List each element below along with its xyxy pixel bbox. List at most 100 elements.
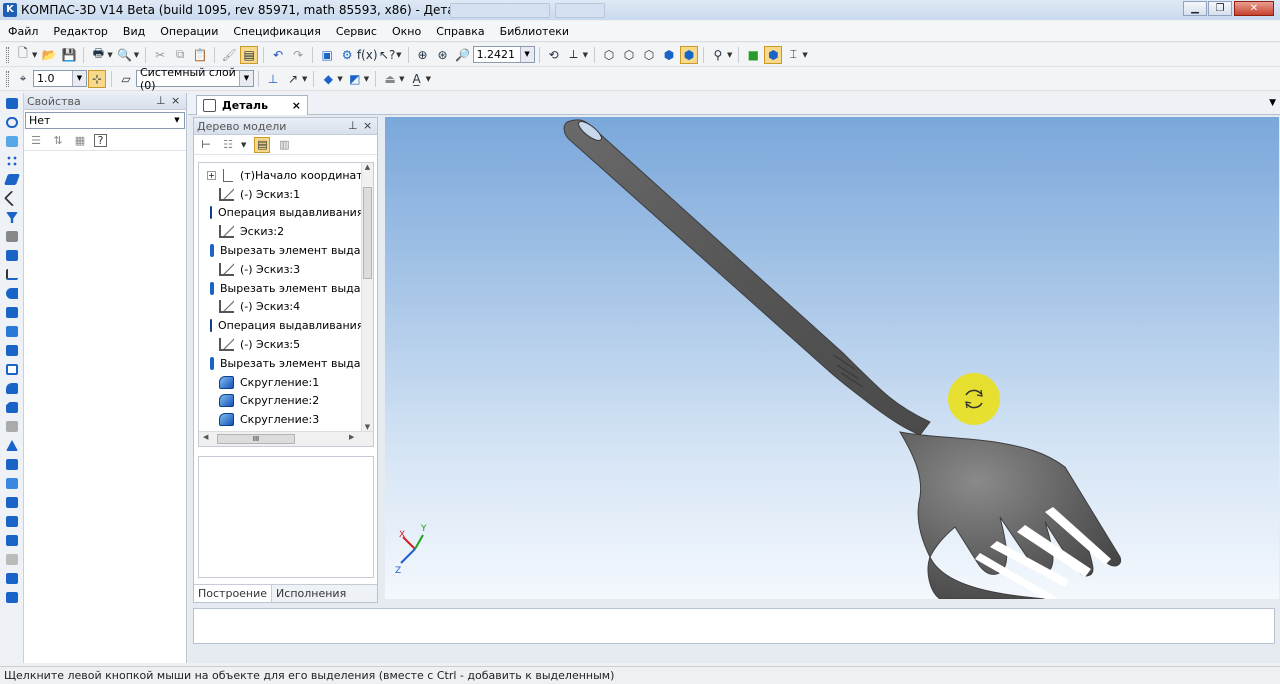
- property-pages-icon[interactable]: ▦: [72, 133, 88, 149]
- sort-alpha-icon[interactable]: ⇅: [50, 133, 66, 149]
- tree-item[interactable]: Скругление:3: [199, 410, 363, 429]
- tool-macro[interactable]: [3, 589, 21, 606]
- tool-split[interactable]: [3, 513, 21, 530]
- scroll-up-icon[interactable]: ▲: [362, 163, 373, 171]
- menu-operations[interactable]: Операции: [152, 21, 225, 42]
- layer-combo[interactable]: Системный слой (0) ▼: [136, 66, 254, 92]
- toolbar-grip[interactable]: [6, 46, 9, 63]
- layer-button[interactable]: ▱: [117, 70, 135, 88]
- minimize-button[interactable]: ▁: [1183, 1, 1207, 16]
- menu-libraries[interactable]: Библиотеки: [492, 21, 576, 42]
- tree-list-icon[interactable]: ☷: [220, 137, 236, 153]
- chevron-down-icon[interactable]: ▼: [1269, 98, 1276, 108]
- tool-edit-part[interactable]: [3, 95, 21, 112]
- tool-kinematic[interactable]: [3, 342, 21, 359]
- tab-construction[interactable]: Построение: [194, 585, 273, 602]
- chevron-down-icon[interactable]: ▼: [583, 51, 588, 59]
- zoom-frame-button[interactable]: ⊕: [414, 46, 432, 64]
- chevron-down-icon[interactable]: ▼: [302, 75, 307, 83]
- chevron-down-icon[interactable]: ▼: [337, 75, 342, 83]
- filter-button[interactable]: ⚲: [709, 46, 727, 64]
- tab-detail[interactable]: Деталь ×: [196, 95, 308, 115]
- tool-surfaces[interactable]: [3, 133, 21, 150]
- orientation-select-button[interactable]: ↗: [284, 70, 302, 88]
- tool-sheet[interactable]: [3, 190, 21, 207]
- chevron-down-icon[interactable]: ▼: [396, 51, 401, 59]
- tool-rib[interactable]: [3, 437, 21, 454]
- cut-button[interactable]: ✂: [151, 46, 169, 64]
- open-button[interactable]: 📂: [40, 46, 58, 64]
- paste-button[interactable]: 📋: [191, 46, 209, 64]
- 3d-viewport[interactable]: X Y Z: [385, 117, 1279, 599]
- local-cs-button[interactable]: ⊥: [264, 70, 282, 88]
- tool-cut-extrude[interactable]: [3, 361, 21, 378]
- help-pointer-button[interactable]: ↖?: [378, 46, 396, 64]
- tool-incline[interactable]: [3, 475, 21, 492]
- tree-item[interactable]: Вырезать элемент выдавливания:2: [199, 279, 373, 298]
- tool-fillet[interactable]: [3, 380, 21, 397]
- tool-arrays[interactable]: [3, 152, 21, 169]
- scroll-down-icon[interactable]: ▼: [362, 423, 373, 431]
- tree-item[interactable]: Вырезать элемент выдавливания:1: [199, 241, 373, 260]
- tree-item[interactable]: (-) Эскиз:4: [199, 298, 363, 317]
- chevron-down-icon[interactable]: ▼: [134, 51, 139, 59]
- tool-section[interactable]: [3, 494, 21, 511]
- tree-item[interactable]: Скругление:2: [199, 392, 363, 411]
- tool-hole[interactable]: [3, 418, 21, 435]
- tree-item[interactable]: Операция выдавливания:1: [199, 204, 373, 223]
- tool-spec[interactable]: [3, 228, 21, 245]
- hidden-lines-button[interactable]: ⬡: [620, 46, 638, 64]
- close-icon[interactable]: ×: [171, 94, 180, 107]
- tree-item[interactable]: Скругление:1: [199, 373, 363, 392]
- copy-button[interactable]: ⧉: [171, 46, 189, 64]
- menu-service[interactable]: Сервис: [328, 21, 384, 42]
- tree-item[interactable]: Вырезать элемент выдавливания:3: [199, 354, 373, 373]
- tree-item[interactable]: (-) Эскиз:5: [199, 335, 363, 354]
- tree-item[interactable]: Эскиз:2: [199, 222, 363, 241]
- plane-button[interactable]: ⏏: [381, 70, 399, 88]
- chevron-down-icon[interactable]: ▼: [239, 71, 253, 86]
- snap-button[interactable]: ⬢: [764, 45, 783, 64]
- tool-disabled[interactable]: [3, 551, 21, 568]
- rebuild-button[interactable]: ■: [744, 46, 762, 64]
- zoom-combo[interactable]: 1.2421 ▼: [472, 46, 535, 63]
- measure-button[interactable]: ⌶: [784, 46, 802, 64]
- cursor-coords-button[interactable]: ⌖: [14, 70, 32, 88]
- expand-icon[interactable]: +: [207, 170, 216, 180]
- preview-button[interactable]: 🔍: [116, 46, 134, 64]
- chevron-down-icon[interactable]: ▼: [519, 47, 534, 62]
- wireframe-button[interactable]: ⬡: [600, 46, 618, 64]
- close-icon[interactable]: ×: [363, 119, 372, 132]
- scrollbar-thumb[interactable]: III: [217, 434, 295, 444]
- chevron-down-icon[interactable]: ▼: [32, 51, 37, 59]
- object-type-combo[interactable]: Нет ▼: [25, 112, 185, 129]
- tool-rotate[interactable]: [3, 323, 21, 340]
- new-document-button[interactable]: 🗋: [14, 46, 32, 64]
- grid-snap-button[interactable]: ⊹: [88, 69, 106, 88]
- pin-icon[interactable]: ⊥: [348, 119, 358, 132]
- chevron-down-icon[interactable]: ▼: [107, 51, 112, 59]
- fork-model[interactable]: [563, 118, 1122, 599]
- chevron-down-icon[interactable]: ▼: [241, 141, 246, 149]
- material-button[interactable]: ◩: [346, 70, 364, 88]
- chevron-down-icon[interactable]: ▼: [727, 51, 732, 59]
- chevron-down-icon[interactable]: ▼: [72, 71, 86, 86]
- menu-specification[interactable]: Спецификация: [225, 21, 327, 42]
- print-button[interactable]: 🖶: [89, 46, 107, 64]
- tool-filter[interactable]: [3, 209, 21, 226]
- toolbar-grip[interactable]: [6, 70, 9, 87]
- menu-help[interactable]: Справка: [428, 21, 491, 42]
- chevron-down-icon[interactable]: ▼: [426, 75, 431, 83]
- pin-icon[interactable]: ⊥: [156, 94, 166, 107]
- tree-item[interactable]: + (т)Начало координат: [199, 166, 363, 185]
- tree-item[interactable]: (-) Эскиз:1: [199, 185, 363, 204]
- tool-chamfer[interactable]: [3, 399, 21, 416]
- chevron-down-icon[interactable]: ▼: [364, 75, 369, 83]
- tool-select[interactable]: [3, 285, 21, 302]
- help-icon[interactable]: ?: [94, 134, 107, 147]
- tool-spatial-curves[interactable]: [3, 114, 21, 131]
- save-button[interactable]: 💾: [60, 46, 78, 64]
- tab-versions[interactable]: Исполнения: [272, 585, 350, 602]
- format-painter-button[interactable]: 🖌: [220, 46, 238, 64]
- scroll-right-icon[interactable]: ▶: [349, 433, 354, 441]
